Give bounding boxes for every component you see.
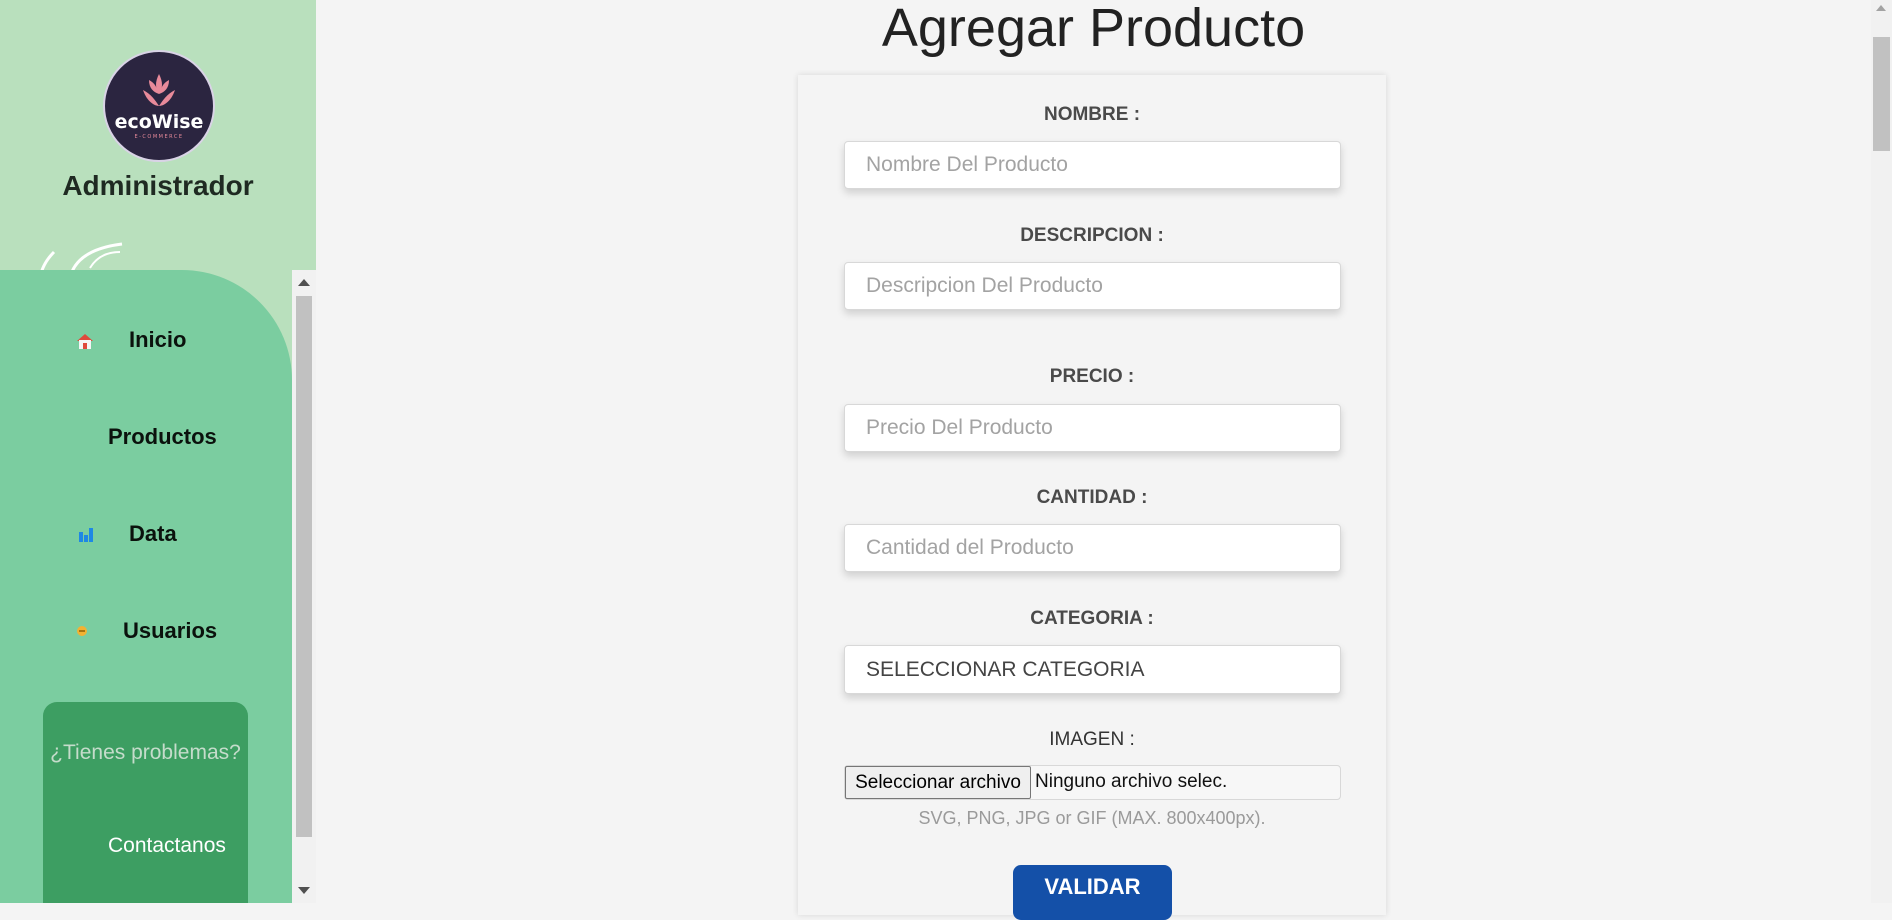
page-scrollbar[interactable] bbox=[1871, 0, 1892, 903]
sidebar-item-label: Productos bbox=[108, 424, 217, 449]
bar-chart-icon bbox=[78, 526, 94, 542]
file-status: Ninguno archivo selec. bbox=[1035, 771, 1228, 792]
scrollbar-thumb[interactable] bbox=[1873, 37, 1890, 151]
nombre-input[interactable] bbox=[844, 141, 1341, 189]
descripcion-input[interactable] bbox=[844, 262, 1341, 310]
ecowise-logo[interactable]: ecoWise E-COMMERCE bbox=[103, 50, 215, 162]
sidebar-item-productos[interactable]: Productos bbox=[0, 407, 292, 467]
page-title: Agregar Producto bbox=[881, 0, 1306, 58]
choose-file-button[interactable]: Seleccionar archivo bbox=[845, 766, 1031, 799]
image-file-input[interactable]: Seleccionar archivo Ninguno archivo sele… bbox=[844, 765, 1341, 800]
sidebar-item-usuarios[interactable]: Usuarios bbox=[0, 601, 292, 661]
house-icon bbox=[75, 332, 95, 350]
descripcion-label: DESCRIPCION : bbox=[1020, 225, 1164, 246]
cantidad-input[interactable] bbox=[844, 524, 1341, 572]
validate-button[interactable]: VALIDAR bbox=[1013, 865, 1172, 920]
scroll-up-arrow-icon[interactable] bbox=[298, 279, 310, 286]
sidebar-item-inicio[interactable]: Inicio bbox=[0, 310, 292, 370]
brand-name: ecoWise bbox=[115, 111, 204, 133]
precio-label: PRECIO : bbox=[1049, 366, 1135, 387]
nombre-label: NOMBRE : bbox=[1043, 104, 1141, 125]
cantidad-label: CANTIDAD : bbox=[1036, 487, 1148, 508]
categoria-select[interactable]: SELECCIONAR CATEGORIA bbox=[844, 645, 1341, 694]
precio-input[interactable] bbox=[844, 404, 1341, 452]
role-title: Administrador bbox=[62, 170, 254, 201]
sidebar-item-label: Inicio bbox=[129, 327, 187, 352]
sidebar-scrollbar[interactable] bbox=[292, 270, 316, 903]
categoria-label: CATEGORIA : bbox=[1030, 608, 1154, 629]
sidebar-item-label: Usuarios bbox=[123, 618, 218, 643]
sidebar: ecoWise E-COMMERCE Administrador Inicio … bbox=[0, 0, 316, 903]
help-box: ¿Tienes problemas? Contactanos bbox=[43, 702, 248, 903]
sidebar-item-label: Data bbox=[129, 521, 177, 546]
imagen-label: IMAGEN : bbox=[1049, 729, 1135, 750]
user-icon bbox=[76, 625, 88, 637]
brand-tagline: E-COMMERCE bbox=[134, 134, 183, 140]
contact-link[interactable]: Contactanos bbox=[108, 834, 226, 858]
file-hint: SVG, PNG, JPG or GIF (MAX. 800x400px). bbox=[918, 808, 1266, 828]
help-question: ¿Tienes problemas? bbox=[50, 741, 241, 764]
scroll-up-arrow-icon[interactable] bbox=[1876, 5, 1886, 11]
scrollbar-thumb[interactable] bbox=[296, 296, 312, 837]
sidebar-item-data[interactable]: Data bbox=[0, 504, 292, 564]
scroll-down-arrow-icon[interactable] bbox=[298, 887, 310, 894]
